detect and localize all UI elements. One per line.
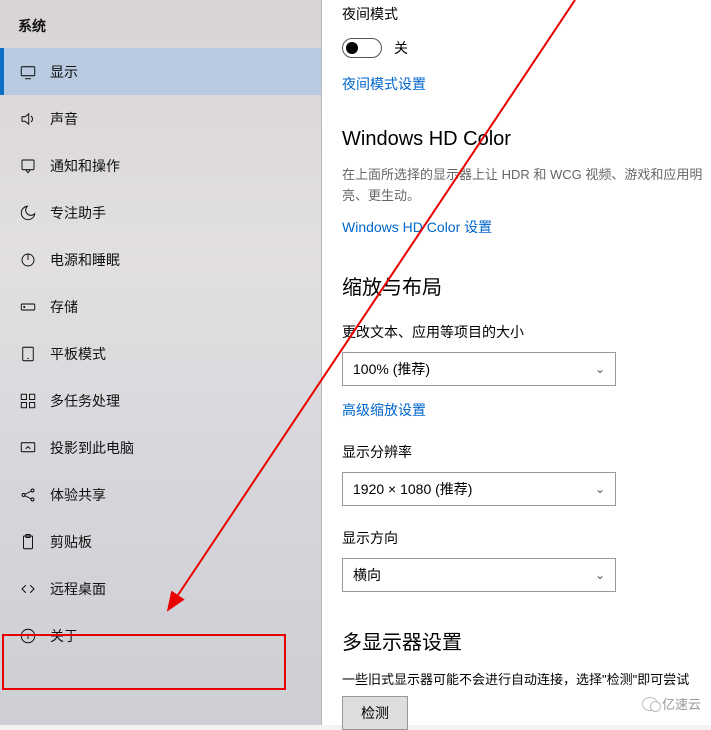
night-mode-toggle-row: 关 [342,38,711,58]
sidebar-item-notifications[interactable]: 通知和操作 [0,142,321,189]
night-mode-label: 夜间模式 [342,4,711,24]
night-mode-state: 关 [394,38,408,58]
sidebar-item-label: 电源和睡眠 [50,250,120,270]
chevron-down-icon: ⌄ [595,568,605,582]
sidebar-item-storage[interactable]: 存储 [0,283,321,330]
multidisplay-desc: 一些旧式显示器可能不会进行自动连接，选择"检测"即可尝试 [342,669,711,688]
project-icon [18,438,38,458]
hdcolor-settings-link[interactable]: Windows HD Color 设置 [342,217,492,237]
multitask-icon [18,391,38,411]
scale-title: 缩放与布局 [342,271,711,300]
tablet-icon [18,344,38,364]
watermark-text: 亿速云 [662,694,701,713]
orientation-value: 横向 [353,565,381,585]
resolution-label: 显示分辨率 [342,442,711,462]
sidebar-item-about[interactable]: 关于 [0,612,321,659]
text-size-select[interactable]: 100% (推荐) ⌄ [342,352,616,386]
sidebar-item-remote[interactable]: 远程桌面 [0,565,321,612]
sidebar-item-label: 远程桌面 [50,579,106,599]
sidebar-item-label: 投影到此电脑 [50,438,134,458]
sidebar-item-label: 关于 [50,626,78,646]
sidebar-item-focus[interactable]: 专注助手 [0,189,321,236]
text-size-value: 100% (推荐) [353,359,430,379]
sidebar-item-power[interactable]: 电源和睡眠 [0,236,321,283]
focus-icon [18,203,38,223]
sidebar-item-sound[interactable]: 声音 [0,95,321,142]
sidebar-item-tablet[interactable]: 平板模式 [0,330,321,377]
text-size-label: 更改文本、应用等项目的大小 [342,322,711,342]
share-icon [18,485,38,505]
sidebar-item-label: 通知和操作 [50,156,120,176]
sidebar: 系统 显示 声音 通知和操作 专注助手 电源和睡眠 存储 [0,0,322,725]
sidebar-item-label: 声音 [50,109,78,129]
sidebar-item-label: 存储 [50,297,78,317]
sidebar-item-label: 显示 [50,62,78,82]
sidebar-item-label: 平板模式 [50,344,106,364]
notification-icon [18,156,38,176]
multidisplay-title: 多显示器设置 [342,626,711,655]
watermark-logo-icon [642,697,658,711]
storage-icon [18,297,38,317]
sidebar-item-label: 剪贴板 [50,532,92,552]
detect-button[interactable]: 检测 [342,696,408,730]
advanced-scale-link[interactable]: 高级缩放设置 [342,400,426,420]
sidebar-item-display[interactable]: 显示 [0,48,321,95]
main-content: 夜间模式 关 夜间模式设置 Windows HD Color 在上面所选择的显示… [322,0,711,725]
sidebar-item-clipboard[interactable]: 剪贴板 [0,518,321,565]
sidebar-item-label: 体验共享 [50,485,106,505]
sidebar-item-label: 专注助手 [50,203,106,223]
orientation-select[interactable]: 横向 ⌄ [342,558,616,592]
info-icon [18,626,38,646]
chevron-down-icon: ⌄ [595,482,605,496]
sound-icon [18,109,38,129]
resolution-value: 1920 × 1080 (推荐) [353,479,472,499]
resolution-select[interactable]: 1920 × 1080 (推荐) ⌄ [342,472,616,506]
clipboard-icon [18,532,38,552]
remote-icon [18,579,38,599]
display-icon [18,62,38,82]
sidebar-item-label: 多任务处理 [50,391,120,411]
sidebar-item-multitask[interactable]: 多任务处理 [0,377,321,424]
watermark: 亿速云 [642,694,701,713]
power-icon [18,250,38,270]
night-mode-settings-link[interactable]: 夜间模式设置 [342,74,426,94]
orientation-label: 显示方向 [342,528,711,548]
hdcolor-desc: 在上面所选择的显示器上让 HDR 和 WCG 视频、游戏和应用明亮、更生动。 [342,165,711,207]
chevron-down-icon: ⌄ [595,362,605,376]
hdcolor-title: Windows HD Color [342,128,711,151]
night-mode-toggle[interactable] [342,38,382,58]
sidebar-header: 系统 [0,2,321,48]
sidebar-item-project[interactable]: 投影到此电脑 [0,424,321,471]
sidebar-item-share[interactable]: 体验共享 [0,471,321,518]
